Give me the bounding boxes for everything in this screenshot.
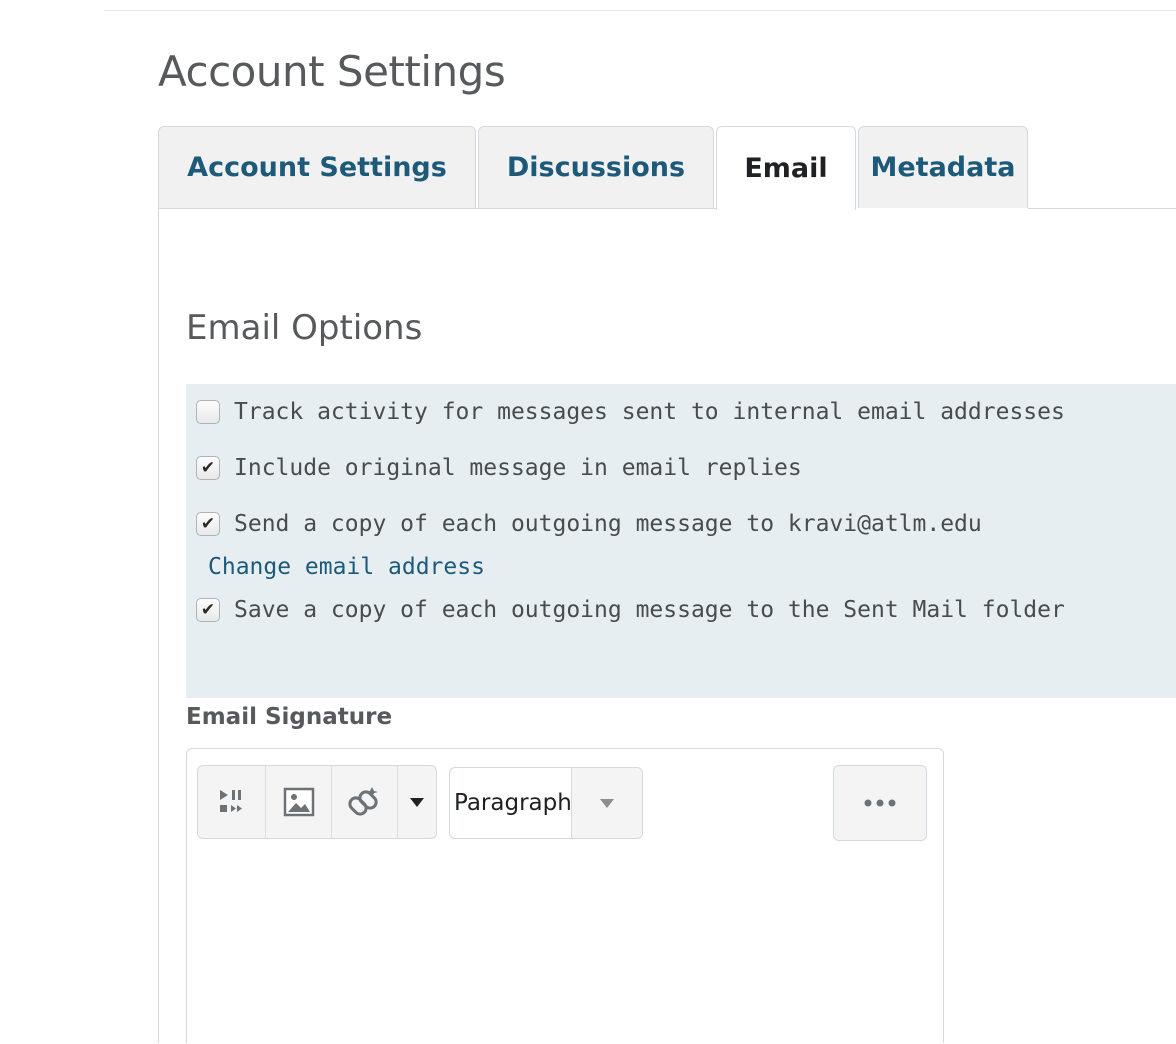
send-copy-checkbox[interactable]: ✔ bbox=[196, 512, 220, 536]
email-options-box: Track activity for messages sent to inte… bbox=[186, 384, 1176, 698]
paragraph-format-select[interactable]: Paragraph bbox=[449, 767, 643, 839]
page-title: Account Settings bbox=[158, 47, 506, 96]
option-include-original[interactable]: ✔ Include original message in email repl… bbox=[196, 455, 802, 481]
change-email-link[interactable]: Change email address bbox=[208, 554, 485, 580]
option-save-copy[interactable]: ✔ Save a copy of each outgoing message t… bbox=[196, 597, 1065, 623]
insert-link-icon[interactable] bbox=[332, 766, 399, 838]
dropdown-arrow-icon bbox=[572, 768, 642, 838]
tab-baseline-right bbox=[1028, 208, 1176, 209]
email-options-title: Email Options bbox=[186, 308, 423, 348]
signature-text-area[interactable] bbox=[187, 851, 943, 1044]
email-signature-label: Email Signature bbox=[186, 704, 393, 730]
option-label: Include original message in email replie… bbox=[234, 455, 802, 481]
tab-email[interactable]: Email bbox=[716, 126, 856, 210]
chevron-down-icon[interactable] bbox=[398, 766, 436, 838]
include-original-checkbox[interactable]: ✔ bbox=[196, 456, 220, 480]
tab-account-settings[interactable]: Account Settings bbox=[158, 126, 476, 208]
media-player-icon[interactable] bbox=[198, 766, 267, 838]
option-label: Track activity for messages sent to inte… bbox=[234, 399, 1065, 425]
option-track-activity[interactable]: Track activity for messages sent to inte… bbox=[196, 399, 1065, 425]
more-options-icon[interactable] bbox=[833, 765, 927, 841]
tab-baseline-left bbox=[158, 208, 716, 209]
tab-discussions[interactable]: Discussions bbox=[478, 126, 714, 208]
editor-toolbar-group bbox=[197, 765, 437, 839]
top-divider bbox=[104, 10, 1176, 11]
option-label: Send a copy of each outgoing message to … bbox=[234, 511, 982, 537]
tab-metadata[interactable]: Metadata bbox=[858, 126, 1028, 208]
option-label: Save a copy of each outgoing message to … bbox=[234, 597, 1065, 623]
option-send-copy[interactable]: ✔ Send a copy of each outgoing message t… bbox=[196, 511, 982, 537]
save-copy-checkbox[interactable]: ✔ bbox=[196, 598, 220, 622]
format-value: Paragraph bbox=[450, 768, 572, 838]
signature-editor: Paragraph bbox=[186, 748, 944, 1044]
panel-border bbox=[158, 208, 159, 1043]
insert-image-icon[interactable] bbox=[266, 766, 333, 838]
track-activity-checkbox[interactable] bbox=[196, 400, 220, 424]
